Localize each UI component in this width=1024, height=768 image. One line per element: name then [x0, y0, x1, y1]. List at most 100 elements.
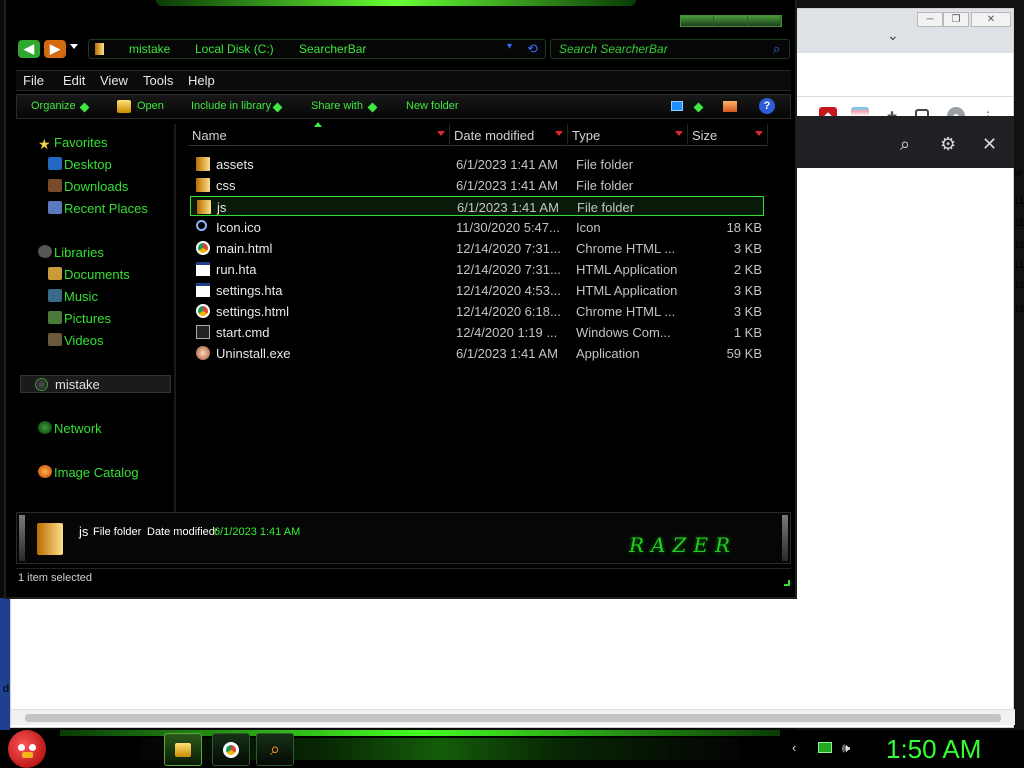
column-filter-icon[interactable]: [675, 131, 683, 136]
file-date: 12/14/2020 6:18...: [456, 304, 561, 319]
preview-pane-icon[interactable]: [723, 101, 737, 112]
organize-dropdown-icon[interactable]: [79, 102, 90, 113]
menu-help[interactable]: Help: [188, 73, 215, 88]
file-type: File folder: [577, 200, 635, 215]
sidebar-item-recent-places[interactable]: Recent Places: [64, 201, 148, 216]
sidebar-item-music[interactable]: Music: [64, 289, 98, 304]
refresh-icon[interactable]: ⟲: [527, 41, 538, 57]
column-name-label: Name: [192, 128, 227, 143]
column-date-modified[interactable]: Date modified: [450, 124, 568, 146]
scrollbar-thumb[interactable]: [25, 714, 1001, 722]
volume-icon[interactable]: 🕪: [842, 740, 850, 756]
file-row-assets[interactable]: assets 6/1/2023 1:41 AM File folder: [190, 154, 764, 174]
sidebar-item-desktop[interactable]: Desktop: [64, 157, 112, 172]
column-type[interactable]: Type: [568, 124, 688, 146]
file-row-settings-hta[interactable]: settings.hta 12/14/2020 4:53... HTML Appli…: [190, 280, 764, 300]
share-dropdown-icon[interactable]: [367, 102, 378, 113]
file-row-settings-html[interactable]: settings.html 12/14/2020 6:18... Chrome HT…: [190, 301, 764, 321]
file-list: assets 6/1/2023 1:41 AM File folder css 6/1/…: [178, 154, 792, 510]
file-name: Uninstall.exe: [216, 346, 291, 361]
resize-grip-icon[interactable]: [784, 580, 790, 586]
file-type: File folder: [576, 157, 634, 172]
sidebar-item-videos[interactable]: Videos: [64, 333, 104, 348]
column-filter-icon[interactable]: [755, 131, 763, 136]
menu-view[interactable]: View: [100, 73, 128, 88]
file-row-run-hta[interactable]: run.hta 12/14/2020 7:31... HTML Applicatio…: [190, 259, 764, 279]
breadcrumb-mistake[interactable]: mistake: [129, 42, 170, 56]
recent-pages-chevron-icon[interactable]: [70, 44, 78, 49]
column-filter-icon[interactable]: [437, 131, 445, 136]
title-bar[interactable]: [6, 0, 795, 36]
background-dark-panel: ⌕ ⚙ ✕: [796, 116, 1014, 168]
file-row-uninstall-exe[interactable]: Uninstall.exe 6/1/2023 1:41 AM Application…: [190, 343, 764, 363]
sidebar-network[interactable]: Network: [54, 421, 102, 436]
file-row-js[interactable]: js 6/1/2023 1:41 AM File folder: [190, 196, 764, 216]
sidebar-favorites[interactable]: Favorites: [54, 135, 107, 150]
chrome-icon: [223, 741, 239, 758]
gear-icon[interactable]: ⚙: [940, 134, 956, 155]
star-icon: ★: [38, 136, 51, 152]
column-filter-icon[interactable]: [555, 131, 563, 136]
background-stray-text: d: [3, 683, 10, 695]
sidebar-item-documents[interactable]: Documents: [64, 267, 130, 282]
sidebar-item-downloads[interactable]: Downloads: [64, 179, 128, 194]
close-icon[interactable]: ✕: [982, 134, 997, 155]
file-name: js: [217, 200, 227, 215]
breadcrumb-searcherbar[interactable]: SearcherBar: [299, 42, 366, 56]
chrome-close-button[interactable]: ✕: [971, 12, 1011, 27]
tray-chevron-icon[interactable]: ‹: [792, 740, 796, 755]
open-button[interactable]: Open: [137, 100, 164, 112]
file-row-icon-ico[interactable]: Icon.ico 11/30/2020 5:47... Icon 18 KB: [190, 217, 764, 237]
chrome-maximize-button[interactable]: ❐: [943, 12, 969, 27]
back-button[interactable]: ◀: [18, 40, 40, 58]
sidebar-item-homegroup[interactable]: mistake: [20, 375, 171, 393]
include-dropdown-icon[interactable]: [272, 102, 283, 113]
menu-edit[interactable]: Edit: [63, 73, 85, 88]
search-box[interactable]: ⌕: [550, 39, 790, 59]
address-bar[interactable]: mistake Local Disk (C:) SearcherBar ▾ ⟲: [88, 39, 546, 59]
taskbar-explorer-button[interactable]: [164, 733, 202, 766]
share-with-button[interactable]: Share with: [311, 100, 363, 112]
change-view-icon[interactable]: [671, 101, 683, 111]
taskbar-chrome-button[interactable]: [212, 733, 250, 766]
search-icon[interactable]: ⌕: [900, 134, 910, 155]
file-size: 3 KB: [733, 283, 762, 298]
file-date: 12/14/2020 4:53...: [456, 283, 561, 298]
taskbar-search-button[interactable]: ⌕: [256, 733, 294, 766]
include-in-library-button[interactable]: Include in library: [191, 100, 271, 112]
help-icon[interactable]: ?: [759, 98, 775, 114]
details-date-label: Date modified:: [147, 526, 218, 538]
bird-eye: [18, 744, 25, 751]
file-row-start-cmd[interactable]: start.cmd 12/4/2020 1:19 ... Windows Com..…: [190, 322, 764, 342]
column-name[interactable]: Name: [188, 124, 450, 146]
file-name: assets: [216, 157, 254, 172]
taskbar-clock[interactable]: 1:50 AM: [886, 734, 981, 765]
sidebar-image-catalog[interactable]: Image Catalog: [54, 465, 139, 480]
window-controls: [680, 15, 782, 27]
maximize-button[interactable]: [714, 16, 748, 26]
chrome-horizontal-scrollbar[interactable]: [11, 709, 1015, 725]
chrome-minimize-button[interactable]: ─: [917, 12, 943, 27]
folder-icon: [196, 157, 210, 171]
close-button[interactable]: [747, 16, 781, 26]
file-row-css[interactable]: css 6/1/2023 1:41 AM File folder: [190, 175, 764, 195]
search-icon[interactable]: ⌕: [773, 41, 780, 57]
menu-tools[interactable]: Tools: [143, 73, 173, 88]
sidebar-libraries[interactable]: Libraries: [54, 245, 104, 260]
sidebar-item-pictures[interactable]: Pictures: [64, 311, 111, 326]
minimize-button[interactable]: [681, 16, 715, 26]
breadcrumb-local-disk[interactable]: Local Disk (C:): [195, 42, 274, 56]
new-folder-button[interactable]: New folder: [406, 100, 459, 112]
column-size[interactable]: Size: [688, 124, 768, 146]
view-dropdown-icon[interactable]: [693, 102, 704, 113]
network-status-icon[interactable]: [818, 742, 832, 753]
menu-file[interactable]: File: [23, 73, 44, 88]
start-button-bird-icon[interactable]: [8, 730, 46, 768]
forward-button[interactable]: ▶: [44, 40, 66, 58]
search-input[interactable]: [557, 41, 767, 57]
organize-button[interactable]: Organize: [31, 100, 76, 112]
file-type: Windows Com...: [576, 325, 671, 340]
file-row-main-html[interactable]: main.html 12/14/2020 7:31... Chrome HTML .…: [190, 238, 764, 258]
address-dropdown-icon[interactable]: ▾: [507, 41, 512, 52]
tab-search-chevron-icon[interactable]: ⌄: [887, 27, 899, 44]
